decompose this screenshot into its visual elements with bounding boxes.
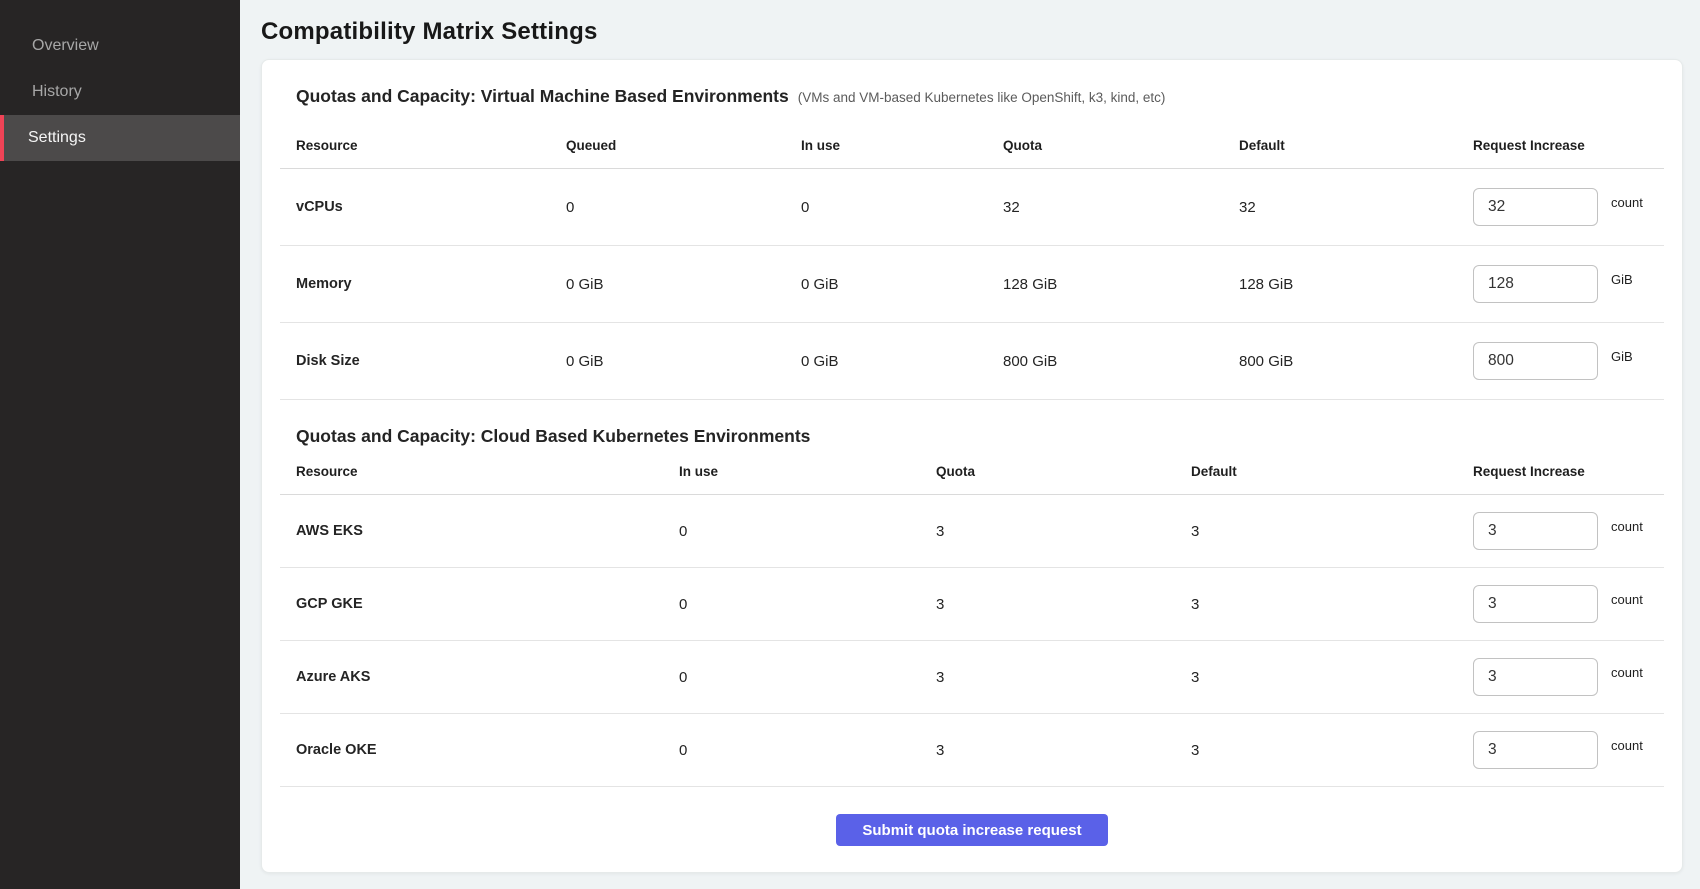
resource-cell: Azure AKS <box>280 669 663 685</box>
vm-section-subtitle: (VMs and VM-based Kubernetes like OpenSh… <box>798 90 1166 105</box>
column-header-queued: Queued <box>550 138 785 153</box>
quota-cell: 128 GiB <box>987 276 1223 293</box>
queued-cell: 0 <box>550 199 785 216</box>
vcpus-request-input[interactable] <box>1473 188 1598 226</box>
in-use-cell: 0 GiB <box>785 353 987 370</box>
resource-cell: Memory <box>280 276 550 292</box>
column-header-resource: Resource <box>280 138 550 153</box>
quotas-card: Quotas and Capacity: Virtual Machine Bas… <box>261 59 1683 873</box>
column-header-default: Default <box>1223 138 1457 153</box>
column-header-in-use: In use <box>785 138 987 153</box>
queued-cell: 0 GiB <box>550 353 785 370</box>
in-use-cell: 0 GiB <box>785 276 987 293</box>
resource-cell: Oracle OKE <box>280 742 663 758</box>
default-cell: 128 GiB <box>1223 276 1457 293</box>
unit-label: GiB <box>1611 349 1633 364</box>
default-cell: 32 <box>1223 199 1457 216</box>
aws-eks-request-input[interactable] <box>1473 512 1598 550</box>
sidebar-item-label: Overview <box>32 37 99 55</box>
resource-cell: Disk Size <box>280 353 550 369</box>
cloud-quotas-section: Quotas and Capacity: Cloud Based Kuberne… <box>280 426 1664 787</box>
table-row-vcpus: vCPUs 0 0 32 32 count <box>280 169 1664 246</box>
default-cell: 3 <box>1175 669 1457 686</box>
column-header-quota: Quota <box>920 464 1175 479</box>
quota-cell: 3 <box>920 523 1175 540</box>
request-increase-cell: GiB <box>1457 342 1664 380</box>
column-header-resource: Resource <box>280 464 663 479</box>
vm-table-header: Resource Queued In use Quota Default Req… <box>280 138 1664 169</box>
in-use-cell: 0 <box>663 742 920 759</box>
table-row-gcp-gke: GCP GKE 0 3 3 count <box>280 568 1664 641</box>
column-header-in-use: In use <box>663 464 920 479</box>
table-row-memory: Memory 0 GiB 0 GiB 128 GiB 128 GiB GiB <box>280 246 1664 323</box>
in-use-cell: 0 <box>785 199 987 216</box>
quota-cell: 3 <box>920 596 1175 613</box>
resource-cell: vCPUs <box>280 199 550 215</box>
request-increase-cell: count <box>1457 585 1664 623</box>
sidebar-item-label: History <box>32 83 82 101</box>
resource-cell: GCP GKE <box>280 596 663 612</box>
quota-cell: 32 <box>987 199 1223 216</box>
in-use-cell: 0 <box>663 669 920 686</box>
unit-label: count <box>1611 592 1643 607</box>
main-content: Compatibility Matrix Settings Quotas and… <box>240 0 1700 889</box>
vm-quotas-section: Quotas and Capacity: Virtual Machine Bas… <box>280 86 1664 400</box>
resource-cell: AWS EKS <box>280 523 663 539</box>
vm-section-title: Quotas and Capacity: Virtual Machine Bas… <box>296 86 789 107</box>
card-footer: Submit quota increase request <box>280 814 1664 846</box>
in-use-cell: 0 <box>663 596 920 613</box>
default-cell: 3 <box>1175 742 1457 759</box>
sidebar: Overview History Settings <box>0 0 240 889</box>
column-header-default: Default <box>1175 464 1457 479</box>
in-use-cell: 0 <box>663 523 920 540</box>
column-header-quota: Quota <box>987 138 1223 153</box>
column-header-request-increase: Request Increase <box>1457 464 1664 479</box>
unit-label: count <box>1611 738 1643 753</box>
request-increase-cell: count <box>1457 731 1664 769</box>
oracle-oke-request-input[interactable] <box>1473 731 1598 769</box>
table-row-oracle-oke: Oracle OKE 0 3 3 count <box>280 714 1664 787</box>
table-row-azure-aks: Azure AKS 0 3 3 count <box>280 641 1664 714</box>
sidebar-item-overview[interactable]: Overview <box>0 23 240 69</box>
request-increase-cell: count <box>1457 188 1664 226</box>
table-row-disk-size: Disk Size 0 GiB 0 GiB 800 GiB 800 GiB Gi… <box>280 323 1664 400</box>
unit-label: count <box>1611 665 1643 680</box>
unit-label: GiB <box>1611 272 1633 287</box>
submit-quota-increase-button[interactable]: Submit quota increase request <box>836 814 1107 846</box>
vm-section-header: Quotas and Capacity: Virtual Machine Bas… <box>296 86 1664 118</box>
default-cell: 800 GiB <box>1223 353 1457 370</box>
gcp-gke-request-input[interactable] <box>1473 585 1598 623</box>
request-increase-cell: count <box>1457 658 1664 696</box>
default-cell: 3 <box>1175 596 1457 613</box>
cloud-section-title: Quotas and Capacity: Cloud Based Kuberne… <box>296 426 810 447</box>
cloud-section-header: Quotas and Capacity: Cloud Based Kuberne… <box>296 426 1664 458</box>
request-increase-cell: GiB <box>1457 265 1664 303</box>
table-row-aws-eks: AWS EKS 0 3 3 count <box>280 495 1664 568</box>
disk-size-request-input[interactable] <box>1473 342 1598 380</box>
page-title: Compatibility Matrix Settings <box>261 18 1700 46</box>
sidebar-item-settings[interactable]: Settings <box>0 115 240 161</box>
quota-cell: 3 <box>920 669 1175 686</box>
unit-label: count <box>1611 195 1643 210</box>
request-increase-cell: count <box>1457 512 1664 550</box>
cloud-table-header: Resource In use Quota Default Request In… <box>280 464 1664 495</box>
default-cell: 3 <box>1175 523 1457 540</box>
azure-aks-request-input[interactable] <box>1473 658 1598 696</box>
sidebar-item-label: Settings <box>28 129 86 147</box>
unit-label: count <box>1611 519 1643 534</box>
column-header-request-increase: Request Increase <box>1457 138 1664 153</box>
memory-request-input[interactable] <box>1473 265 1598 303</box>
sidebar-item-history[interactable]: History <box>0 69 240 115</box>
queued-cell: 0 GiB <box>550 276 785 293</box>
quota-cell: 800 GiB <box>987 353 1223 370</box>
quota-cell: 3 <box>920 742 1175 759</box>
